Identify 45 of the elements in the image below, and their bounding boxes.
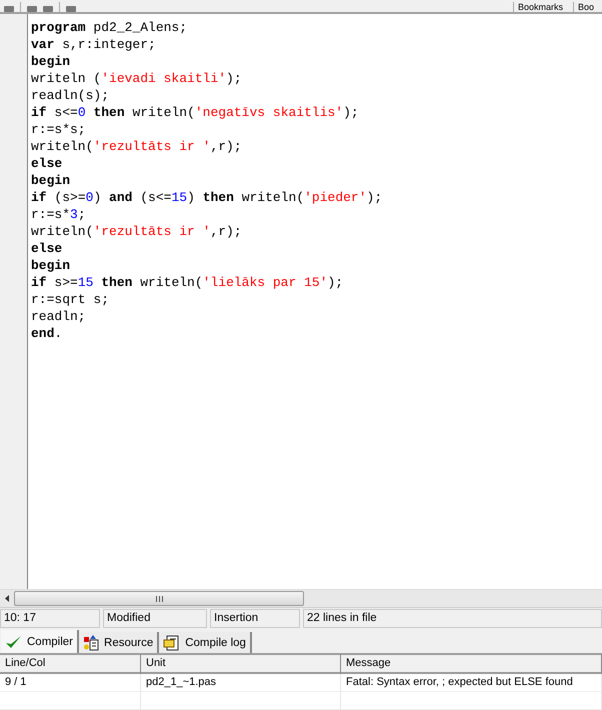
toolbar-icon[interactable]: [4, 6, 14, 12]
status-panel: Insertion: [210, 609, 300, 628]
column-header[interactable]: Line/Col: [0, 654, 141, 674]
scroll-left-icon[interactable]: [5, 595, 9, 602]
code-line: else: [31, 240, 64, 257]
status-panel: 10: 17: [0, 609, 100, 628]
code-line: r:=sqrt s;: [31, 291, 110, 308]
table-cell: Fatal: Syntax error, ; expected but ELSE found: [341, 674, 602, 692]
checkmark-icon: [5, 634, 22, 650]
tab-label: Resource: [104, 636, 154, 648]
panel-tab[interactable]: Resource: [79, 632, 160, 653]
code-line: begin: [31, 172, 72, 189]
scrollbar-thumb[interactable]: [14, 591, 304, 606]
panel-tab[interactable]: Compile log: [159, 632, 252, 653]
code-line: r:=s*3;: [31, 206, 87, 223]
status-panel: 22 lines in file: [303, 609, 602, 628]
code-line: else: [31, 155, 64, 172]
code-line: readln;: [31, 308, 87, 325]
column-header[interactable]: Unit: [141, 654, 341, 674]
column-header[interactable]: Message: [341, 654, 602, 674]
table-cell: pd2_1_~1.pas: [141, 674, 341, 692]
code-line: writeln('rezultāts ir ',r);: [31, 138, 243, 155]
toolbar-label[interactable]: Bookmarks: [512, 2, 567, 12]
code-line: program pd2_2_Alens;: [31, 19, 188, 36]
tab-label: Compile log: [185, 636, 246, 648]
code-line: begin: [31, 53, 72, 70]
grip-icon: [156, 596, 162, 602]
code-line: if (s>=0) and (s<=15) then writeln('pieder');: [31, 189, 382, 206]
code-line: writeln('rezultāts ir ',r);: [31, 223, 243, 240]
code-line: readln(s);: [31, 87, 110, 104]
tab-label: Compiler: [27, 636, 74, 648]
panel-tab[interactable]: Compiler: [1, 630, 80, 653]
code-line: r:=s*s;: [31, 121, 87, 138]
toolbar-icon[interactable]: [66, 6, 76, 12]
toolbar-label[interactable]: Boo: [572, 2, 598, 12]
code-line: end.: [31, 325, 64, 342]
log-icon: [163, 634, 180, 650]
status-panel: Modified: [103, 609, 207, 628]
code-line: begin: [31, 257, 72, 274]
code-line: if s>=15 then writeln('lielāks par 15');: [31, 274, 344, 291]
code-line: writeln ('ievadi skaitli');: [31, 70, 243, 87]
code-line: if s<=0 then writeln('negatīvs skaitlis');: [31, 104, 360, 121]
code-line: var s,r:integer;: [31, 36, 157, 53]
resource-icon: [83, 634, 100, 650]
table-cell: 9 / 1: [0, 674, 141, 692]
